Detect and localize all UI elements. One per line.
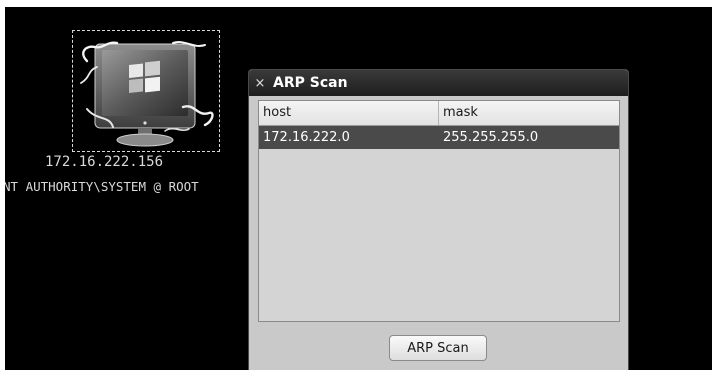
arp-scan-button[interactable]: ARP Scan xyxy=(389,335,487,361)
host-ip-label: 172.16.222.156 xyxy=(45,154,164,170)
cell-mask: 255.255.255.0 xyxy=(443,130,539,145)
table-row[interactable]: 172.16.222.0 255.255.255.0 xyxy=(259,126,619,149)
dialog-titlebar[interactable]: × ARP Scan xyxy=(249,70,628,96)
column-header-mask[interactable]: mask xyxy=(439,101,619,125)
close-icon[interactable]: × xyxy=(249,76,271,91)
host-node[interactable] xyxy=(72,30,220,152)
arp-scan-dialog: × ARP Scan host mask 172.16.222.0 255.25… xyxy=(248,69,629,370)
table-header: host mask xyxy=(259,101,619,126)
windows-monitor-icon xyxy=(80,41,214,147)
cell-host: 172.16.222.0 xyxy=(263,130,350,145)
host-user-label: NT AUTHORITY\SYSTEM @ ROOT xyxy=(5,179,199,194)
graph-canvas[interactable]: 172.16.222.156 NT AUTHORITY\SYSTEM @ ROO… xyxy=(5,7,712,370)
column-header-host[interactable]: host xyxy=(259,101,439,125)
dialog-title: ARP Scan xyxy=(273,75,348,91)
results-table[interactable]: host mask 172.16.222.0 255.255.255.0 xyxy=(258,100,620,322)
